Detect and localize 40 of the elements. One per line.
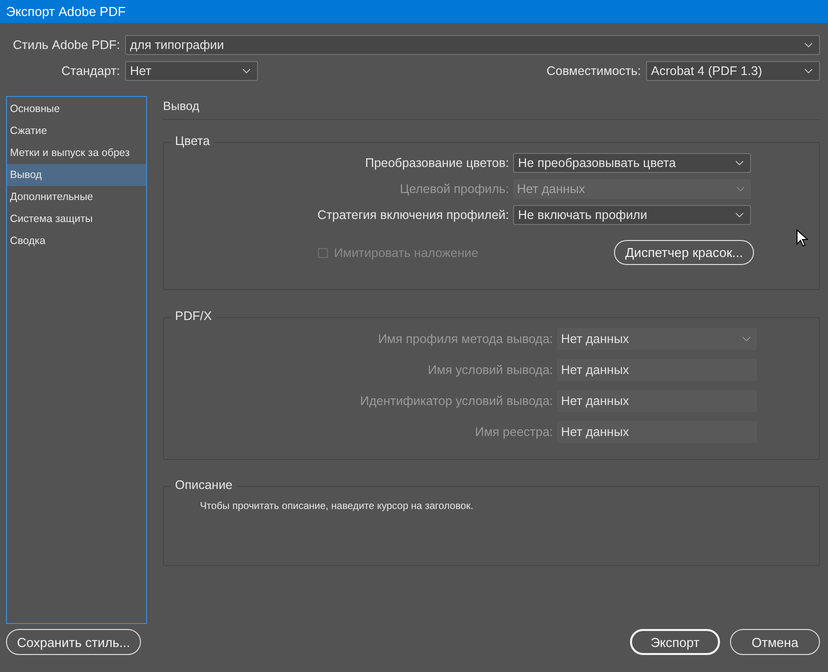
description-text: Чтобы прочитать описание, наведите курсор на заголовок. [199, 500, 474, 512]
chevron-icon [735, 212, 744, 218]
chevron-icon [804, 42, 813, 48]
style-dropdown[interactable]: для типографии [125, 35, 820, 55]
category-item[interactable]: Система защиты [7, 208, 146, 230]
category-item[interactable]: Сводка [7, 230, 146, 252]
chevron-icon [735, 160, 744, 166]
category-item[interactable]: Вывод [7, 164, 146, 186]
group-title: Описание [171, 478, 237, 492]
category-item[interactable]: Основные [7, 98, 146, 120]
field-label: Стиль Adobe PDF: [12, 38, 120, 52]
save-style-button[interactable]: Сохранить стиль... [6, 629, 142, 655]
group-title: Цвета [171, 134, 214, 148]
dropdown[interactable]: Не преобразовывать цвета [513, 153, 751, 173]
field-label: Имя условий вывода: [426, 363, 553, 377]
field-label: Имя профиля метода вывода: [377, 332, 553, 346]
chevron-icon [242, 68, 251, 74]
window-title: Экспорт Adobe PDF [6, 4, 126, 19]
field-label: Совместимость: [546, 64, 641, 78]
field-label: Имя реестра: [474, 425, 553, 439]
field-label: Преобразование цветов: [364, 156, 509, 170]
group-title: PDF/X [171, 309, 216, 323]
category-item[interactable]: Сжатие [7, 120, 146, 142]
field-label: Стратегия включения профилей: [316, 208, 509, 222]
category-item[interactable]: Метки и выпуск за обрез [7, 142, 146, 164]
field-label: Целевой профиль: [398, 182, 509, 196]
dropdown[interactable]: Не включать профили [513, 205, 751, 225]
chevron-icon [742, 336, 751, 342]
cursor-icon [796, 229, 808, 247]
category-item[interactable]: Дополнительные [7, 186, 146, 208]
dialog-button[interactable]: Отмена [730, 629, 820, 655]
chevron-icon [804, 68, 813, 74]
standard-dropdown[interactable]: Нет [125, 61, 258, 81]
section-title: Вывод [163, 96, 820, 120]
compatibility-dropdown[interactable]: Acrobat 4 (PDF 1.3) [646, 61, 820, 81]
dialog-button[interactable]: Экспорт [630, 629, 720, 655]
field-label: Идентификатор условий вывода: [359, 394, 553, 408]
ink-manager-button[interactable]: Диспетчер красок... [614, 240, 754, 265]
field-label: Стандарт: [60, 64, 120, 78]
chevron-icon [736, 186, 745, 192]
